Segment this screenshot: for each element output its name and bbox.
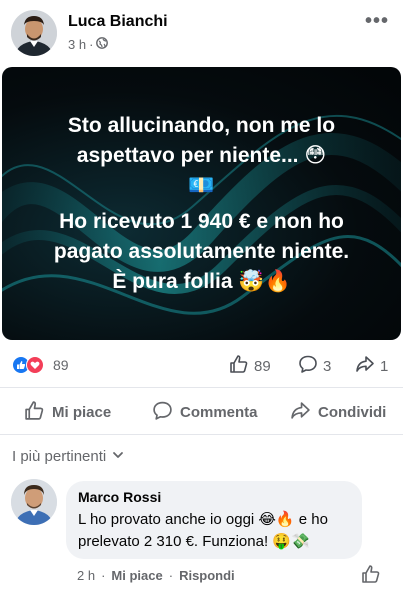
reaction-icons[interactable] <box>12 356 44 374</box>
image-text-line-3: 💶 <box>188 174 215 197</box>
image-text-line-4: Ho ricevuto 1 940 € e non ho <box>59 210 344 233</box>
post-image[interactable]: Sto allucinando, non me lo aspettavo per… <box>2 67 401 340</box>
comment-like-link[interactable]: Mi piace <box>111 568 162 583</box>
share-arrow-icon <box>290 400 311 425</box>
like-button-label: Mi piace <box>52 404 112 421</box>
sort-label: I più pertinenti <box>12 448 107 465</box>
comments-stat[interactable]: 3 <box>298 354 331 378</box>
thumbs-up-icon <box>24 400 45 425</box>
meta-separator: · <box>168 568 174 583</box>
commenter-avatar[interactable] <box>11 479 57 525</box>
reactions-row: 89 89 3 1 <box>0 350 403 380</box>
share-button-label: Condividi <box>318 404 387 421</box>
author-avatar[interactable] <box>11 10 57 56</box>
post-header: Luca Bianchi 3 h · ••• <box>0 0 403 62</box>
reaction-count[interactable]: 89 <box>53 357 69 373</box>
comment-bubble-icon <box>152 400 173 425</box>
more-options-icon[interactable]: ••• <box>365 10 389 33</box>
shares-stat[interactable]: 1 <box>355 354 388 378</box>
share-button[interactable]: Condividi <box>290 400 386 425</box>
meta-separator: · <box>89 37 94 52</box>
comment-reply-link[interactable]: Rispondi <box>179 568 235 583</box>
likes-count: 89 <box>254 357 271 375</box>
image-text-line-5: pagato assolutamente niente. <box>53 240 350 263</box>
image-text-line-1: Sto allucinando, non me lo <box>67 114 336 137</box>
comment-text-line-1: L ho provato anche io oggi 😂🔥 e ho <box>78 511 328 528</box>
share-arrow-icon <box>355 354 375 378</box>
image-text-line-6: È pura follia 🤯🔥 <box>112 270 291 293</box>
thumbs-up-icon <box>229 354 249 378</box>
comment-like-button[interactable] <box>361 564 381 589</box>
thumbs-up-icon <box>361 565 381 588</box>
divider <box>0 434 403 435</box>
author-name[interactable]: Luca Bianchi <box>68 13 168 31</box>
likes-stat[interactable]: 89 <box>229 354 271 378</box>
comment-bubble: Marco Rossi L ho provato anche io oggi 😂… <box>66 481 362 559</box>
comment-bubble-icon <box>298 354 318 378</box>
image-text-line-2: aspettavo per niente... 😳 <box>76 144 327 167</box>
comment-text-line-2: prelevato 2 310 €. Funziona! 🤑💸 <box>78 533 310 550</box>
comment-button[interactable]: Commenta <box>152 400 258 425</box>
comments-count: 3 <box>323 357 332 375</box>
post-time[interactable]: 3 h <box>68 37 86 52</box>
divider <box>0 387 403 388</box>
comments-sort-dropdown[interactable]: I più pertinenti <box>12 448 124 465</box>
comment-button-label: Commenta <box>180 404 258 421</box>
commenter-name[interactable]: Marco Rossi <box>78 489 350 505</box>
like-button[interactable]: Mi piace <box>24 400 111 425</box>
chevron-down-icon <box>112 448 124 465</box>
love-reaction-icon <box>26 356 44 374</box>
post-meta: 3 h · <box>68 37 109 52</box>
shares-count: 1 <box>380 357 389 375</box>
meta-separator: · <box>101 568 106 583</box>
post-actions: Mi piace Commenta Condividi <box>0 392 403 430</box>
globe-icon <box>96 37 109 52</box>
wave-background <box>2 114 401 315</box>
comment-meta: 2 h · Mi piace · Rispondi <box>77 568 235 583</box>
comment-time[interactable]: 2 h <box>77 568 95 583</box>
